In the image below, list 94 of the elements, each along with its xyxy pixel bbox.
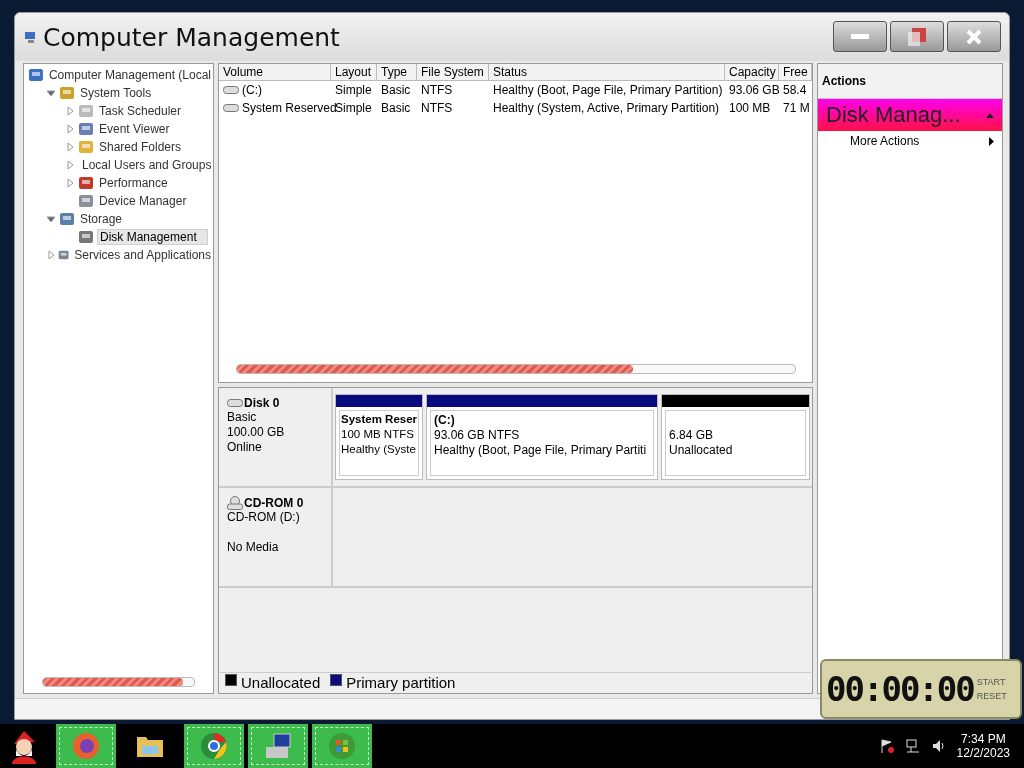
network-icon[interactable] bbox=[904, 738, 921, 754]
column-header[interactable]: Volume bbox=[219, 64, 331, 81]
disk-detail: CD-ROM (D:) bbox=[227, 510, 301, 525]
tree-item[interactable]: Computer Management (Local bbox=[46, 68, 213, 82]
clock-time: 7:34 PM bbox=[960, 732, 1006, 746]
partition-detail: Unallocated bbox=[669, 443, 734, 458]
legend-swatch bbox=[330, 674, 343, 686]
restore-button[interactable] bbox=[890, 21, 944, 52]
legend-label: Unallocated bbox=[241, 673, 321, 691]
table-cell: 71 M bbox=[783, 101, 810, 115]
table-cell: Simple bbox=[335, 101, 372, 115]
window-title: Computer Management bbox=[43, 22, 340, 52]
tree-item[interactable]: Shared Folders bbox=[97, 140, 184, 154]
partition-name: (C:) bbox=[434, 413, 456, 428]
column-header[interactable]: Layout bbox=[331, 64, 377, 81]
scrollbar[interactable] bbox=[236, 364, 796, 374]
close-button[interactable] bbox=[947, 21, 1001, 52]
submenu-arrow-icon bbox=[989, 136, 994, 146]
column-header[interactable]: Capacity bbox=[725, 64, 779, 81]
legend-swatch bbox=[225, 674, 237, 686]
table-cell: Basic bbox=[381, 101, 411, 115]
partition-block[interactable]: System Reser 100 MB NTFS Healthy (Syste bbox=[335, 394, 423, 480]
table-cell: Healthy (System, Active, Primary Partition) bbox=[493, 101, 720, 115]
expand-arrow-icon[interactable] bbox=[66, 179, 75, 187]
expand-arrow-icon[interactable] bbox=[66, 107, 75, 115]
tree-item[interactable]: System Tools bbox=[78, 86, 154, 100]
disk-detail: Basic bbox=[227, 410, 258, 425]
drive-icon bbox=[223, 86, 239, 94]
column-header[interactable]: Type bbox=[377, 64, 417, 81]
disk-detail: Online bbox=[227, 440, 263, 455]
disk-name: Disk 0 bbox=[244, 396, 280, 410]
expand-arrow-icon[interactable] bbox=[66, 143, 75, 151]
table-cell: NTFS bbox=[421, 83, 453, 97]
partition-detail: 93.06 GB NTFS bbox=[434, 428, 521, 443]
table-cell: 100 MB bbox=[729, 101, 771, 115]
restore-icon bbox=[908, 27, 926, 46]
column-header[interactable]: Status bbox=[489, 64, 725, 81]
expand-arrow-icon[interactable] bbox=[66, 161, 74, 169]
table-cell: Healthy (Boot, Page File, Primary Partition) bbox=[493, 83, 723, 97]
disc-drive-icon bbox=[227, 496, 243, 510]
action-item[interactable]: More Actions bbox=[818, 131, 1002, 151]
tree-item[interactable]: Disk Management bbox=[97, 229, 208, 245]
collapse-arrow-icon[interactable] bbox=[47, 89, 56, 97]
timer-button[interactable]: RESET bbox=[976, 691, 1007, 701]
partition-detail: Healthy (Boot, Page File, Primary Partiti bbox=[434, 443, 648, 458]
table-cell: Basic bbox=[381, 83, 411, 97]
scrollbar[interactable] bbox=[42, 677, 195, 687]
tree-item[interactable]: Device Manager bbox=[97, 194, 189, 208]
drive-icon bbox=[227, 399, 243, 407]
partition-block[interactable]: 6.84 GB Unallocated bbox=[661, 394, 810, 480]
close-icon bbox=[966, 28, 982, 45]
actions-title: Actions bbox=[818, 64, 1002, 99]
disk-name: CD-ROM 0 bbox=[244, 496, 304, 510]
table-cell: 58.4 bbox=[783, 83, 807, 97]
taskbar-button[interactable] bbox=[248, 724, 308, 768]
partition-name: System Reser bbox=[341, 413, 417, 427]
column-header[interactable]: Free bbox=[779, 64, 812, 81]
table-cell: (C:) bbox=[242, 83, 262, 97]
disk-detail: No Media bbox=[227, 540, 280, 555]
legend-label: Primary partition bbox=[346, 673, 456, 691]
fox-globe-icon bbox=[72, 732, 100, 760]
timer-display: 00:00:00 bbox=[826, 669, 974, 709]
tree-item[interactable]: Performance bbox=[97, 176, 170, 190]
partition-detail: Healthy (Syste bbox=[341, 443, 417, 457]
disk-detail: 100.00 GB bbox=[227, 425, 286, 440]
clock-date: 12/2/2023 bbox=[956, 746, 1010, 760]
partition-block[interactable]: (C:) 93.06 GB NTFS Healthy (Boot, Page File, Primary Partiti bbox=[426, 394, 658, 480]
tree-item[interactable]: Task Scheduler bbox=[97, 104, 184, 118]
flag-icon[interactable] bbox=[878, 738, 895, 754]
expand-arrow-icon[interactable] bbox=[47, 251, 55, 259]
minimize-button[interactable] bbox=[833, 21, 887, 52]
chrome-icon bbox=[200, 732, 228, 760]
column-header[interactable]: File System bbox=[417, 64, 489, 81]
minimize-icon bbox=[851, 34, 869, 39]
tree-item[interactable]: Storage bbox=[78, 212, 125, 226]
windows-logo-icon bbox=[328, 732, 356, 760]
collapse-arrow-icon bbox=[986, 112, 994, 118]
partition-detail: 100 MB NTFS bbox=[341, 428, 415, 442]
tree-item[interactable]: Local Users and Groups bbox=[80, 158, 214, 172]
volume-icon[interactable] bbox=[930, 738, 947, 754]
drive-icon bbox=[223, 104, 239, 112]
actions-section-header[interactable]: Disk Manag... bbox=[818, 99, 1002, 131]
partition-detail: 6.84 GB bbox=[669, 428, 715, 443]
collapse-arrow-icon[interactable] bbox=[47, 215, 56, 223]
clock[interactable]: 7:34 PM 12/2/2023 bbox=[956, 732, 1010, 760]
table-cell: NTFS bbox=[421, 101, 453, 115]
expand-arrow-icon[interactable] bbox=[66, 125, 75, 133]
table-cell: System Reserved bbox=[242, 101, 337, 115]
table-cell: Simple bbox=[335, 83, 372, 97]
tree-item[interactable]: Event Viewer bbox=[97, 122, 172, 136]
table-cell: 93.06 GB bbox=[729, 83, 780, 97]
taskbar-button[interactable] bbox=[56, 724, 116, 768]
tree-item[interactable]: Services and Applications bbox=[72, 248, 213, 262]
timer-button[interactable]: START bbox=[976, 677, 1007, 687]
